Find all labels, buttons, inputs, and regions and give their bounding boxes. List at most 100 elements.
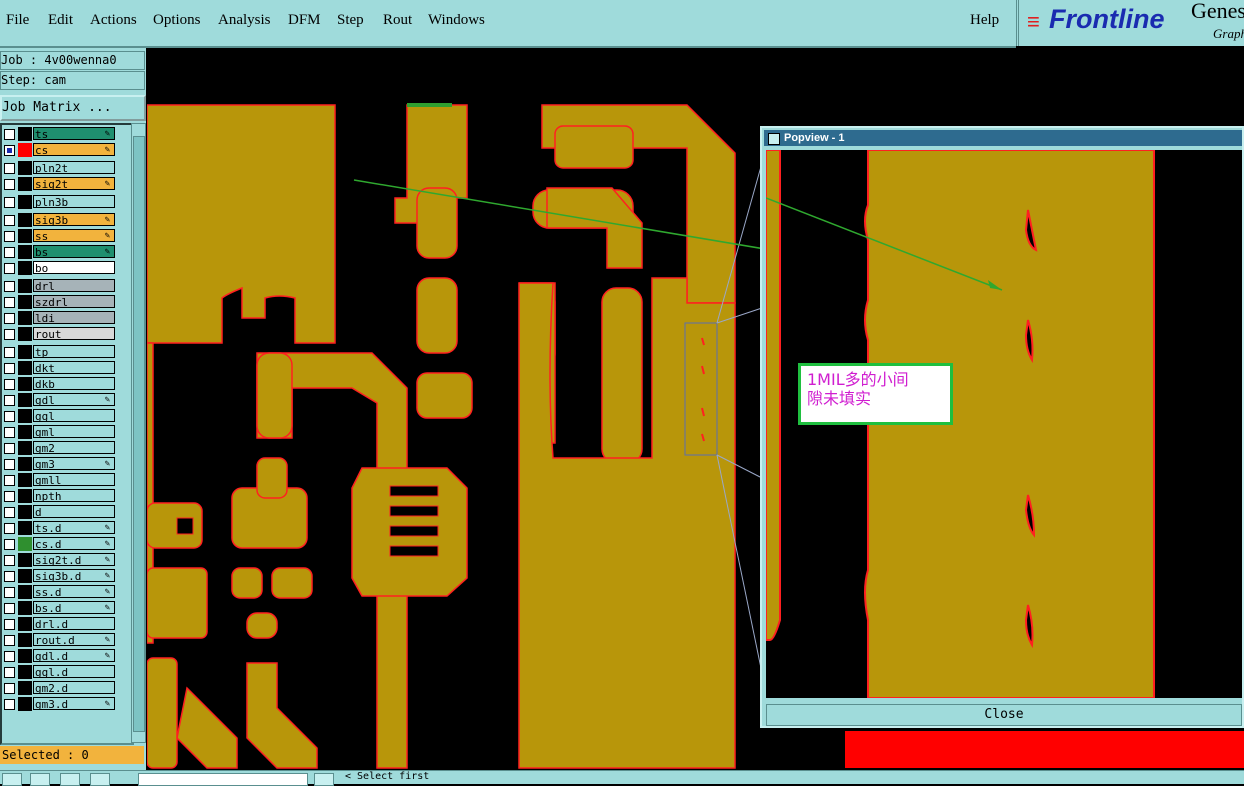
layer-label[interactable]: sig3b ✎ — [33, 213, 115, 227]
layer-row-ts[interactable]: ts ✎ — [2, 127, 120, 141]
layer-color-swatch[interactable] — [18, 143, 32, 157]
layer-row-ggl[interactable]: ggl — [2, 409, 120, 423]
layer-color-swatch[interactable] — [18, 229, 32, 243]
layer-color-swatch[interactable] — [18, 601, 32, 615]
layer-checkbox[interactable] — [4, 363, 15, 374]
layer-label[interactable]: bo — [33, 261, 115, 275]
menu-analysis[interactable]: Analysis — [218, 12, 271, 29]
layer-checkbox[interactable] — [4, 603, 15, 614]
layer-color-swatch[interactable] — [18, 489, 32, 503]
layer-checkbox[interactable] — [4, 427, 15, 438]
layer-color-swatch[interactable] — [18, 245, 32, 259]
layer-checkbox[interactable] — [4, 555, 15, 566]
layer-checkbox[interactable] — [4, 179, 15, 190]
layer-checkbox[interactable] — [4, 539, 15, 550]
layer-checkbox[interactable] — [4, 379, 15, 390]
layer-color-swatch[interactable] — [18, 177, 32, 191]
popview-window[interactable]: Popview - 1 Close — [760, 126, 1244, 728]
layer-label[interactable]: rout — [33, 327, 115, 341]
layer-label[interactable]: gmll — [33, 473, 115, 487]
layer-row-drl-d[interactable]: drl.d — [2, 617, 120, 631]
layer-color-swatch[interactable] — [18, 473, 32, 487]
layer-label[interactable]: szdrl — [33, 295, 115, 309]
layer-color-swatch[interactable] — [18, 665, 32, 679]
layer-row-ss-d[interactable]: ss.d ✎ — [2, 585, 120, 599]
layer-color-swatch[interactable] — [18, 279, 32, 293]
layer-label[interactable]: rout.d ✎ — [33, 633, 115, 647]
layer-color-swatch[interactable] — [18, 441, 32, 455]
layer-checkbox[interactable] — [4, 699, 15, 710]
layer-checkbox[interactable] — [4, 443, 15, 454]
layer-checkbox[interactable] — [4, 587, 15, 598]
layer-checkbox[interactable] — [4, 411, 15, 422]
layer-row-cs-d[interactable]: cs.d ✎ — [2, 537, 120, 551]
layer-checkbox[interactable] — [4, 197, 15, 208]
layer-row-bs-d[interactable]: bs.d ✎ — [2, 601, 120, 615]
window-menu-icon[interactable] — [768, 133, 780, 145]
layer-row-gm3-d[interactable]: gm3.d ✎ — [2, 697, 120, 711]
layer-label[interactable]: dkt — [33, 361, 115, 375]
layer-checkbox[interactable] — [4, 635, 15, 646]
layer-checkbox[interactable] — [4, 347, 15, 358]
layer-row-rout-d[interactable]: rout.d ✎ — [2, 633, 120, 647]
layer-row-ldi[interactable]: ldi — [2, 311, 120, 325]
layer-color-swatch[interactable] — [18, 295, 32, 309]
layer-color-swatch[interactable] — [18, 327, 32, 341]
layer-checkbox[interactable] — [4, 163, 15, 174]
layer-color-swatch[interactable] — [18, 697, 32, 711]
layer-checkbox[interactable] — [4, 523, 15, 534]
layer-label[interactable]: sig2t ✎ — [33, 177, 115, 191]
layer-label[interactable]: cs ✎ — [33, 143, 115, 157]
layer-color-swatch[interactable] — [18, 521, 32, 535]
layer-label[interactable]: gm2.d — [33, 681, 115, 695]
job-matrix-button[interactable]: Job Matrix ... — [0, 95, 146, 121]
layer-row-dkt[interactable]: dkt — [2, 361, 120, 375]
layer-color-swatch[interactable] — [18, 569, 32, 583]
layer-row-sig2t[interactable]: sig2t ✎ — [2, 177, 120, 191]
layer-row-ts-d[interactable]: ts.d ✎ — [2, 521, 120, 535]
layer-checkbox[interactable] — [4, 683, 15, 694]
layer-row-pln3b[interactable]: pln3b — [2, 195, 120, 209]
close-button[interactable]: Close — [766, 704, 1242, 726]
layer-label[interactable]: drl — [33, 279, 115, 293]
layer-color-swatch[interactable] — [18, 311, 32, 325]
layer-row-dkb[interactable]: dkb — [2, 377, 120, 391]
layer-row-ss[interactable]: ss ✎ — [2, 229, 120, 243]
popview-titlebar[interactable]: Popview - 1 — [764, 130, 1242, 146]
layer-label[interactable]: ggl — [33, 409, 115, 423]
menu-actions[interactable]: Actions — [90, 12, 137, 29]
layer-row-gm2[interactable]: gm2 — [2, 441, 120, 455]
layer-color-swatch[interactable] — [18, 261, 32, 275]
layer-row-sig2t-d[interactable]: sig2t.d ✎ — [2, 553, 120, 567]
layer-checkbox[interactable] — [4, 329, 15, 340]
layer-label[interactable]: pln3b — [33, 195, 115, 209]
tool-button-1[interactable] — [2, 773, 22, 786]
layer-checkbox[interactable] — [4, 459, 15, 470]
layer-checkbox[interactable] — [4, 247, 15, 258]
layer-row-cs[interactable]: cs ✎ — [2, 143, 120, 157]
layer-label[interactable]: gdl ✎ — [33, 393, 115, 407]
layer-label[interactable]: ts.d ✎ — [33, 521, 115, 535]
layer-color-swatch[interactable] — [18, 127, 32, 141]
layer-row-ggl-d[interactable]: ggl.d — [2, 665, 120, 679]
layer-color-swatch[interactable] — [18, 161, 32, 175]
layer-color-swatch[interactable] — [18, 213, 32, 227]
layer-checkbox[interactable] — [4, 263, 15, 274]
layer-label[interactable]: cs.d ✎ — [33, 537, 115, 551]
layer-label[interactable]: bs ✎ — [33, 245, 115, 259]
layer-label[interactable]: d — [33, 505, 115, 519]
tool-button-4[interactable] — [90, 773, 110, 786]
layer-checkbox[interactable] — [4, 571, 15, 582]
layer-row-gml[interactable]: gml — [2, 425, 120, 439]
layer-label[interactable]: ldi — [33, 311, 115, 325]
menu-help[interactable]: Help — [970, 12, 999, 29]
layer-checkbox[interactable] — [4, 145, 15, 156]
layer-checkbox[interactable] — [4, 297, 15, 308]
layer-color-swatch[interactable] — [18, 345, 32, 359]
layer-label[interactable]: bs.d ✎ — [33, 601, 115, 615]
layer-row-gm2-d[interactable]: gm2.d — [2, 681, 120, 695]
tool-button-3[interactable] — [60, 773, 80, 786]
layer-color-swatch[interactable] — [18, 617, 32, 631]
layer-color-swatch[interactable] — [18, 681, 32, 695]
menu-rout[interactable]: Rout — [383, 12, 412, 29]
